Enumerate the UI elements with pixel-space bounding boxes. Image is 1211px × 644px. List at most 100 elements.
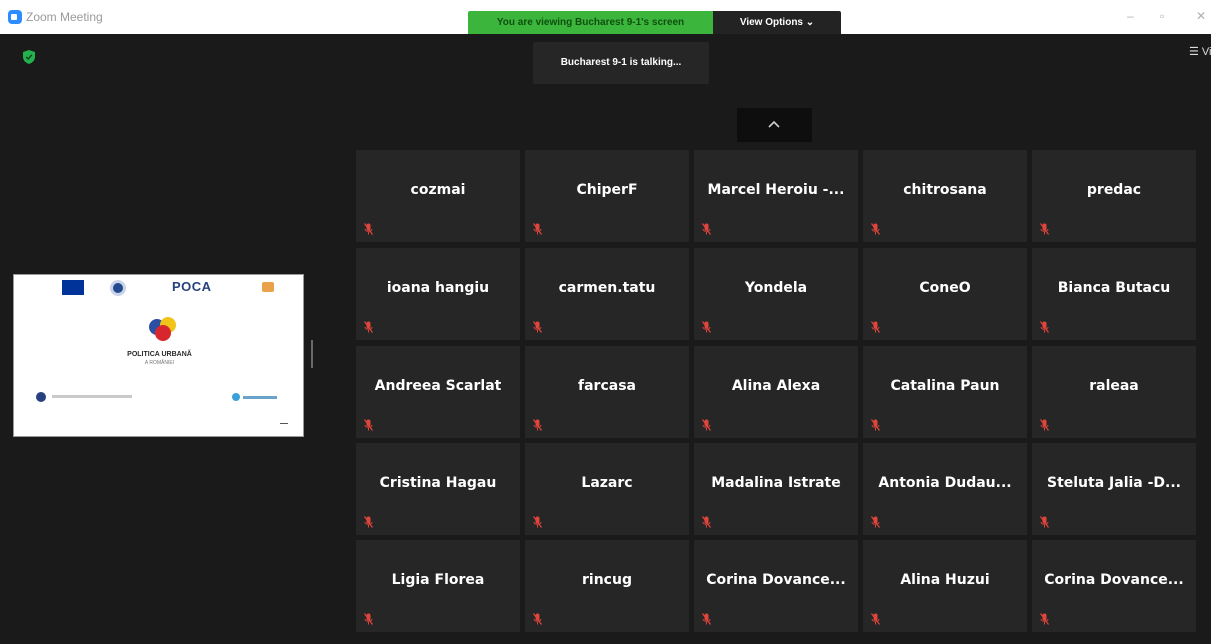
participant-name: Alina Alexa <box>731 378 821 394</box>
muted-microphone-icon <box>871 419 880 431</box>
participant-tile[interactable]: Corina Dovance... <box>694 540 858 632</box>
muted-microphone-icon <box>364 419 373 431</box>
participant-name: Marcel Heroiu -... <box>707 182 845 198</box>
slide-dash <box>280 423 288 424</box>
muted-microphone-icon <box>702 613 711 625</box>
muted-microphone-icon <box>1040 321 1049 333</box>
participant-name: ChiperF <box>576 182 638 198</box>
participant-name: Andreea Scarlat <box>374 378 502 394</box>
participant-tile[interactable]: ChiperF <box>525 150 689 242</box>
participant-tile[interactable]: chitrosana <box>863 150 1027 242</box>
participant-name: Antonia Dudau... <box>878 475 1012 491</box>
participant-tile[interactable]: Madalina Istrate <box>694 443 858 535</box>
participant-name: predac <box>1086 182 1142 198</box>
participant-name: Steluta Jalia -D... <box>1046 475 1181 491</box>
security-shield-icon[interactable] <box>23 50 35 64</box>
shared-screen-thumbnail[interactable]: POCA POLITICA URBANĂ A ROMÂNIEI <box>13 274 304 437</box>
muted-microphone-icon <box>1040 613 1049 625</box>
slide-subtitle: A ROMÂNIEI <box>144 360 175 366</box>
footer-logo-icon <box>36 392 46 402</box>
minimize-icon[interactable]: – <box>1127 9 1134 23</box>
participant-name: Yondela <box>744 280 808 296</box>
muted-microphone-icon <box>533 516 542 528</box>
participant-name: Lazarc <box>581 475 633 491</box>
participant-name: Ligia Florea <box>391 572 485 588</box>
muted-microphone-icon <box>533 321 542 333</box>
maximize-icon[interactable]: ▫ <box>1160 9 1164 23</box>
participant-name: Alina Huzui <box>900 572 990 588</box>
participant-tile[interactable]: Alina Alexa <box>694 346 858 438</box>
partner-logo-icon <box>262 282 274 292</box>
footer-text-line <box>52 395 132 398</box>
participant-tile[interactable]: ioana hangiu <box>356 248 520 340</box>
window-title: Zoom Meeting <box>26 10 103 24</box>
participant-tile[interactable]: Cristina Hagau <box>356 443 520 535</box>
participant-name: ioana hangiu <box>386 280 490 296</box>
footer-partner-logo-icon <box>232 393 277 401</box>
chevron-up-icon <box>768 120 780 128</box>
participant-tile[interactable]: carmen.tatu <box>525 248 689 340</box>
active-speaker-indicator: Bucharest 9-1 is talking... <box>533 42 709 84</box>
participant-tile[interactable]: Catalina Paun <box>863 346 1027 438</box>
participant-tile[interactable]: Antonia Dudau... <box>863 443 1027 535</box>
muted-microphone-icon <box>364 516 373 528</box>
resize-handle[interactable] <box>311 340 313 368</box>
muted-microphone-icon <box>871 516 880 528</box>
muted-microphone-icon <box>871 321 880 333</box>
participant-tile[interactable]: raleaa <box>1032 346 1196 438</box>
participant-tile[interactable]: predac <box>1032 150 1196 242</box>
participant-name: cozmai <box>410 182 466 198</box>
participant-tile[interactable]: Marcel Heroiu -... <box>694 150 858 242</box>
muted-microphone-icon <box>1040 223 1049 235</box>
participant-name: chitrosana <box>903 182 987 198</box>
muted-microphone-icon <box>702 321 711 333</box>
participant-tile[interactable]: farcasa <box>525 346 689 438</box>
government-seal-icon <box>110 280 126 296</box>
participant-tile[interactable]: cozmai <box>356 150 520 242</box>
muted-microphone-icon <box>871 223 880 235</box>
participant-name: ConeO <box>919 280 971 296</box>
muted-microphone-icon <box>1040 516 1049 528</box>
participant-tile[interactable]: Steluta Jalia -D... <box>1032 443 1196 535</box>
muted-microphone-icon <box>702 419 711 431</box>
slide-title: POLITICA URBANĂ <box>127 351 192 358</box>
participant-name: rincug <box>582 572 632 588</box>
muted-microphone-icon <box>702 223 711 235</box>
participant-tile[interactable]: Andreea Scarlat <box>356 346 520 438</box>
participant-tile[interactable]: Yondela <box>694 248 858 340</box>
viewing-screen-banner: You are viewing Bucharest 9-1's screen <box>468 11 713 34</box>
participant-tile[interactable]: Lazarc <box>525 443 689 535</box>
muted-microphone-icon <box>533 613 542 625</box>
participant-name: Madalina Istrate <box>711 475 841 491</box>
title-bar: Zoom Meeting You are viewing Bucharest 9… <box>0 0 1211 34</box>
muted-microphone-icon <box>364 223 373 235</box>
participant-tile[interactable]: Alina Huzui <box>863 540 1027 632</box>
scroll-up-button[interactable] <box>737 108 812 142</box>
participant-name: Corina Dovance... <box>1044 572 1184 588</box>
muted-microphone-icon <box>702 516 711 528</box>
close-icon[interactable]: ✕ <box>1196 9 1206 23</box>
participant-name: Catalina Paun <box>890 378 1000 394</box>
participant-name: raleaa <box>1089 378 1139 394</box>
participant-tile[interactable]: ConeO <box>863 248 1027 340</box>
participant-name: Corina Dovance... <box>706 572 846 588</box>
participant-tile[interactable]: Bianca Butacu <box>1032 248 1196 340</box>
participant-tile[interactable]: rincug <box>525 540 689 632</box>
view-options-button[interactable]: View Options ⌄ <box>713 11 841 34</box>
zoom-logo-icon <box>8 10 22 24</box>
participant-tile[interactable]: Ligia Florea <box>356 540 520 632</box>
participant-name: Bianca Butacu <box>1057 280 1171 296</box>
muted-microphone-icon <box>1040 419 1049 431</box>
muted-microphone-icon <box>364 321 373 333</box>
poca-logo: POCA <box>172 279 212 294</box>
muted-microphone-icon <box>533 419 542 431</box>
hearts-logo-icon <box>149 317 176 341</box>
participant-name: carmen.tatu <box>558 280 656 296</box>
participant-name: farcasa <box>578 378 636 394</box>
muted-microphone-icon <box>871 613 880 625</box>
participant-name: Cristina Hagau <box>379 475 497 491</box>
eu-flag-icon <box>62 280 84 295</box>
view-toggle-button[interactable]: ☰ View <box>1189 45 1211 58</box>
muted-microphone-icon <box>533 223 542 235</box>
participant-tile[interactable]: Corina Dovance... <box>1032 540 1196 632</box>
